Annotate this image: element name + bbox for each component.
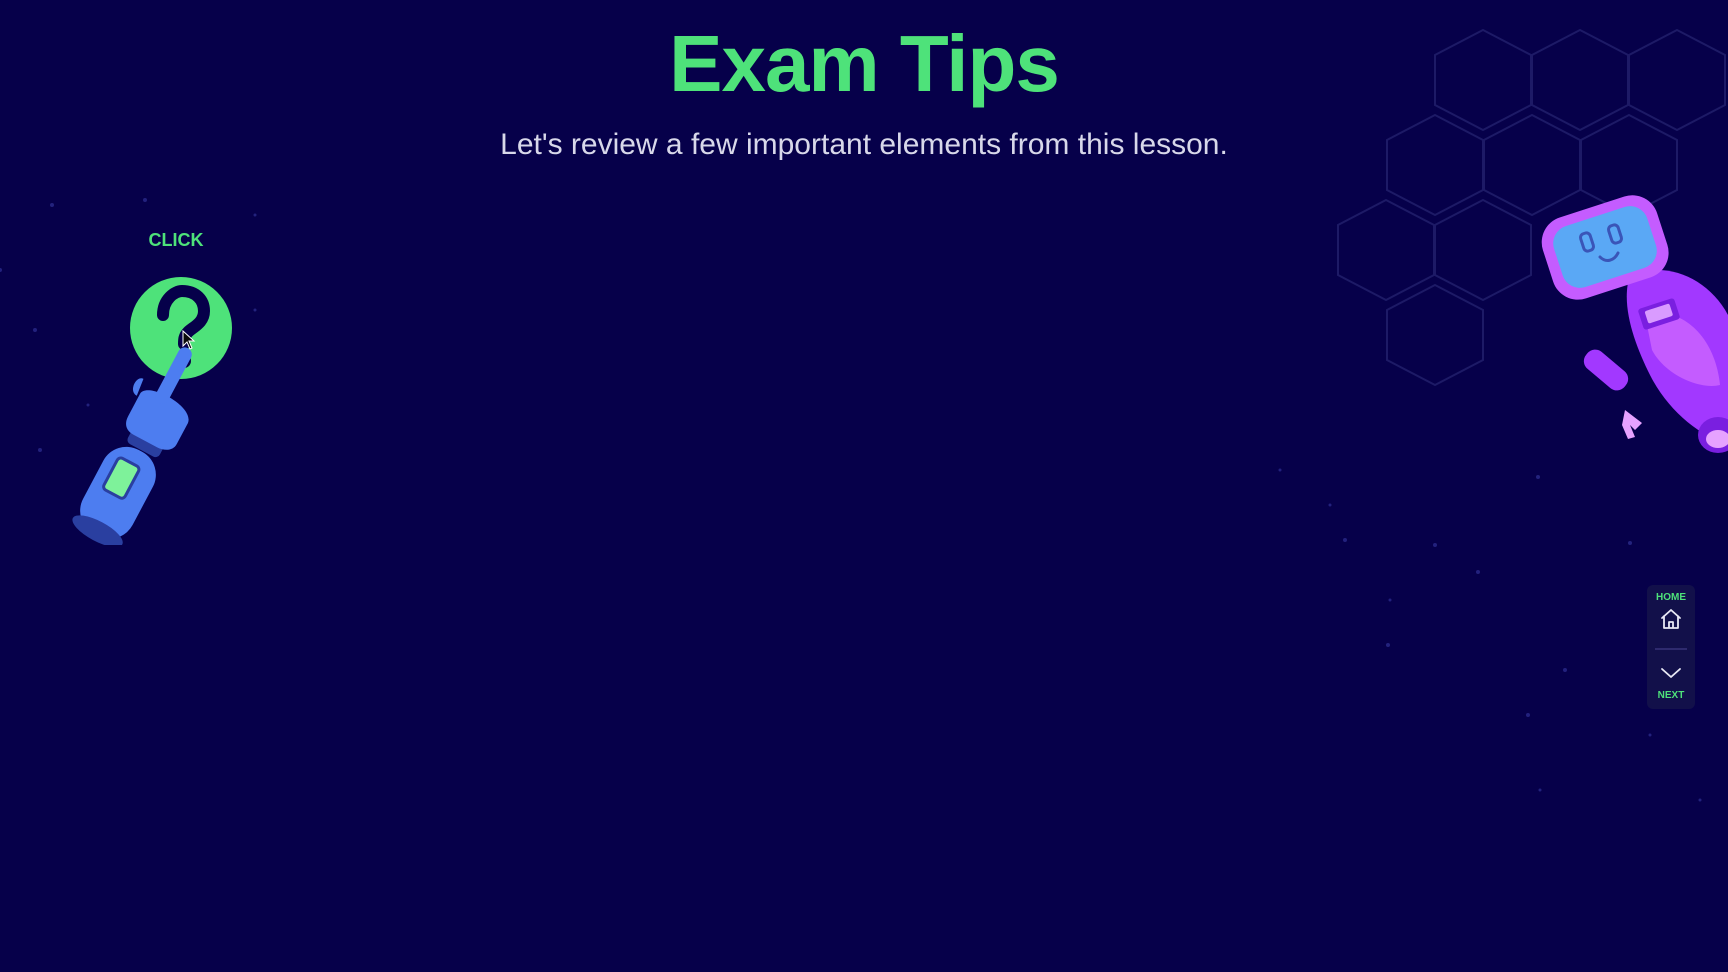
- click-prompt-label: CLICK: [148, 230, 204, 250]
- home-icon[interactable]: [1659, 607, 1683, 631]
- mouse-cursor-icon: [182, 330, 196, 350]
- lesson-slide: Exam Tips Let's review a few important e…: [0, 0, 1728, 972]
- navigation-panel: HOME NEXT: [1647, 585, 1695, 709]
- next-label[interactable]: NEXT: [1647, 690, 1695, 701]
- purple-robot-mascot: [1541, 195, 1728, 453]
- home-label[interactable]: HOME: [1647, 592, 1695, 603]
- page-title: Exam Tips: [669, 19, 1060, 108]
- nav-divider: [1655, 648, 1687, 650]
- robot-hand-pointer: [72, 347, 192, 545]
- page-subtitle: Let's review a few important elements fr…: [500, 128, 1228, 161]
- chevron-down-icon[interactable]: [1659, 663, 1683, 683]
